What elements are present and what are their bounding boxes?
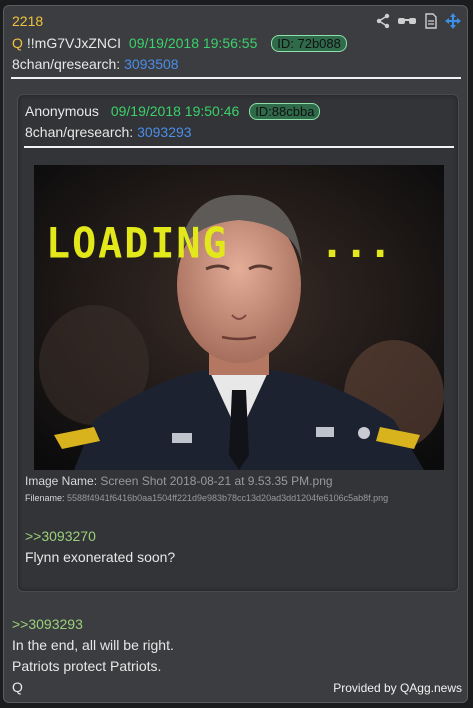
post-source: 8chan/qresearch: 3093508 — [12, 56, 179, 72]
quoted-text: Flynn exonerated soon? — [25, 549, 176, 565]
post-card: 2218 Q !!mG7VJxZNCI 09/19/2018 19:56:55 I… — [3, 5, 468, 703]
filename-row: Filename: 5588f4941f6416b0aa1504ff221d9e… — [25, 493, 388, 503]
document-icon[interactable] — [423, 13, 439, 29]
image-name-row: Image Name: Screen Shot 2018-08-21 at 9.… — [25, 474, 333, 488]
loading-overlay-text: LOADING — [46, 219, 229, 269]
quoted-image[interactable]: LOADING ... — [34, 165, 444, 470]
quoted-date: 09/19/2018 19:50:46 — [110, 103, 240, 119]
body-reply-ref[interactable]: >>3093293 — [12, 616, 83, 632]
board-label: 8chan/qresearch: — [12, 56, 121, 72]
tripcode: !!mG7VJxZNCI — [26, 35, 122, 51]
post-id-badge[interactable]: ID: 72b088 — [271, 35, 347, 52]
image-name-label: Image Name: — [25, 474, 98, 488]
body-line-2: Patriots protect Patriots. — [12, 658, 162, 674]
filename-label: Filename: — [25, 493, 65, 503]
portrait-illustration — [34, 165, 444, 470]
move-icon[interactable] — [445, 13, 461, 29]
body-line-1: In the end, all will be right. — [12, 637, 174, 653]
quoted-post: Anonymous 09/19/2018 19:50:46 ID:88cbba … — [17, 94, 459, 592]
body-line-3: Q — [12, 679, 23, 695]
loading-overlay-dots: ... — [320, 221, 393, 267]
quoted-source: 8chan/qresearch: 3093293 — [25, 124, 192, 140]
image-name-value: Screen Shot 2018-08-21 at 9.53.35 PM.png — [100, 474, 333, 488]
quoted-board-label: 8chan/qresearch: — [25, 124, 134, 140]
quoted-header: Anonymous 09/19/2018 19:50:46 ID:88cbba — [25, 103, 321, 120]
q-author-icon: Q — [12, 35, 23, 51]
header-divider — [11, 77, 461, 79]
quoted-id-badge[interactable]: ID:88cbba — [249, 103, 321, 120]
quoted-reply-ref[interactable]: >>3093270 — [25, 528, 96, 544]
filename-value: 5588f4941f6416b0aa1504ff221d9e983b78cc13… — [67, 493, 389, 503]
post-toolbar — [375, 13, 461, 29]
post-header: Q !!mG7VJxZNCI 09/19/2018 19:56:55 ID: 72… — [12, 35, 347, 52]
post-number: 2218 — [12, 13, 44, 29]
glasses-icon[interactable] — [397, 13, 417, 29]
quoted-author: Anonymous — [25, 103, 99, 119]
post-link[interactable]: 3093508 — [124, 56, 179, 72]
post-date: 09/19/2018 19:56:55 — [128, 35, 258, 51]
provided-by-credit: Provided by QAgg.news — [333, 681, 462, 695]
share-icon[interactable] — [375, 13, 391, 29]
quoted-divider — [24, 146, 454, 148]
quoted-post-link[interactable]: 3093293 — [137, 124, 192, 140]
